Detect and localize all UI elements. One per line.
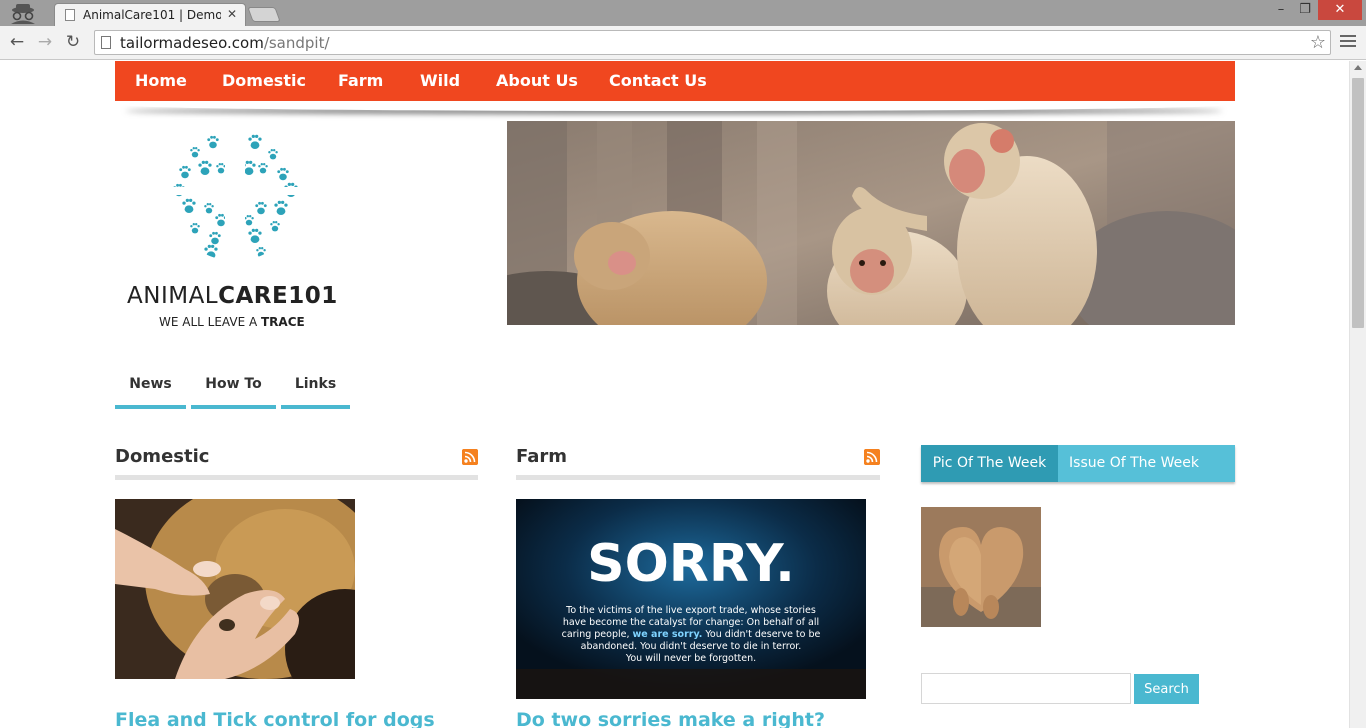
farm-divider <box>516 475 880 480</box>
post-title-two-sorries[interactable]: Do two sorries make a right? <box>516 709 825 728</box>
incognito-icon <box>11 4 35 24</box>
tab-issue-of-the-week[interactable]: Issue Of The Week <box>1058 445 1210 482</box>
rss-feed-icon[interactable] <box>462 449 478 465</box>
back-arrow-icon[interactable]: ← <box>6 31 28 53</box>
close-window-button[interactable]: ✕ <box>1318 0 1362 20</box>
search-button[interactable]: Search <box>1134 674 1199 704</box>
nav-home[interactable]: Home <box>135 71 187 90</box>
sorry-line-3: caring people, we are sorry. You didn't … <box>562 629 821 640</box>
maximize-button[interactable]: ❐ <box>1294 0 1316 20</box>
sorry-line-1: To the victims of the live export trade,… <box>565 605 816 616</box>
browser-titlebar: AnimalCare101 | Demo site ✕ – ❐ ✕ <box>0 0 1366 26</box>
site-logo-text[interactable]: ANIMALCARE101 <box>127 283 338 309</box>
rss-feed-icon[interactable] <box>864 449 880 465</box>
close-tab-icon[interactable]: ✕ <box>227 7 237 21</box>
nav-farm[interactable]: Farm <box>338 71 383 90</box>
farm-section-title: Farm <box>516 446 568 467</box>
post-title-flea-tick[interactable]: Flea and Tick control for dogs <box>115 709 435 728</box>
page-icon <box>101 36 111 49</box>
scroll-thumb[interactable] <box>1352 78 1364 328</box>
sidebar-tabs: Pic Of The Week Issue Of The Week <box>921 445 1235 482</box>
reload-icon[interactable]: ↻ <box>62 31 84 53</box>
new-tab-button[interactable] <box>247 7 281 22</box>
web-page: Home Domestic Farm Wild About Us Contact… <box>0 61 1349 728</box>
hero-monkeys-image <box>507 121 1235 325</box>
subnav-links[interactable]: Links <box>281 376 350 409</box>
nav-wild[interactable]: Wild <box>420 71 460 90</box>
tab-title: AnimalCare101 | Demo site <box>83 8 221 22</box>
sorry-headline: SORRY. <box>587 534 795 594</box>
page-scrollbar[interactable] <box>1349 61 1366 728</box>
pic-of-the-week-image[interactable] <box>921 507 1041 627</box>
tab-pic-of-the-week[interactable]: Pic Of The Week <box>921 445 1058 482</box>
nav-about-us[interactable]: About Us <box>496 71 578 90</box>
sorry-campaign-thumbnail[interactable]: SORRY. To the victims of the live export… <box>516 499 866 699</box>
bookmark-star-icon[interactable]: ☆ <box>1310 32 1326 53</box>
nav-domestic[interactable]: Domestic <box>222 71 306 90</box>
domestic-section-title: Domestic <box>115 446 210 467</box>
forward-arrow-icon[interactable]: → <box>34 31 56 53</box>
sorry-line-5: You will never be forgotten. <box>625 653 756 664</box>
url-text[interactable]: tailormadeseo.com/sandpit/ <box>120 34 330 52</box>
site-tagline: WE ALL LEAVE A TRACE <box>159 315 305 329</box>
browser-tab[interactable]: AnimalCare101 | Demo site ✕ <box>54 3 246 26</box>
search-input[interactable] <box>921 673 1131 704</box>
chrome-menu-icon[interactable] <box>1340 35 1356 49</box>
sorry-line-4: abandoned. You didn't deserve to die in … <box>581 641 802 652</box>
browser-toolbar: ← → ↻ tailormadeseo.com/sandpit/ ☆ <box>0 26 1366 60</box>
domestic-divider <box>115 475 478 480</box>
subnav-how-to[interactable]: How To <box>191 376 276 409</box>
main-navigation: Home Domestic Farm Wild About Us Contact… <box>115 61 1235 101</box>
minimize-button[interactable]: – <box>1270 0 1292 20</box>
dog-flea-thumbnail[interactable] <box>115 499 355 679</box>
sorry-line-2: have become the catalyst for change: On … <box>563 617 819 628</box>
page-favicon-icon <box>65 9 75 21</box>
address-bar[interactable]: tailormadeseo.com/sandpit/ ☆ <box>94 30 1331 55</box>
scroll-up-arrow-icon[interactable] <box>1354 65 1362 70</box>
subnav-news[interactable]: News <box>115 376 186 409</box>
paw-print-logo-icon[interactable] <box>165 125 305 265</box>
nav-contact-us[interactable]: Contact Us <box>609 71 707 90</box>
